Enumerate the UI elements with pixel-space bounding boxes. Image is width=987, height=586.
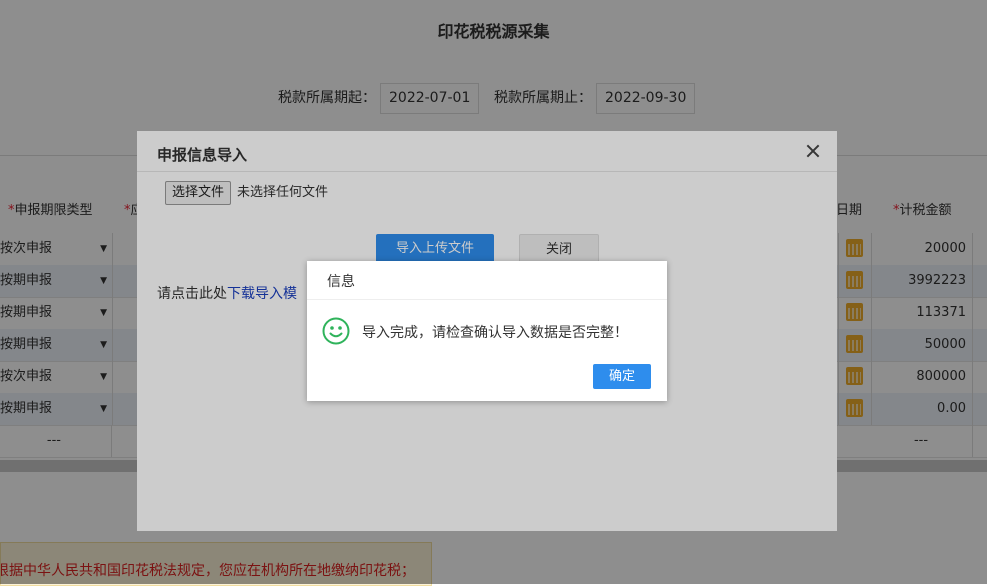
message-text: 导入完成，请检查确认导入数据是否完整！ [362, 325, 628, 341]
divider [307, 299, 667, 300]
message-dialog: 信息 导入完成，请检查确认导入数据是否完整！ 确定 [307, 261, 667, 401]
message-title: 信息 [327, 274, 355, 290]
confirm-button[interactable]: 确定 [593, 364, 651, 389]
smile-icon [322, 317, 350, 345]
